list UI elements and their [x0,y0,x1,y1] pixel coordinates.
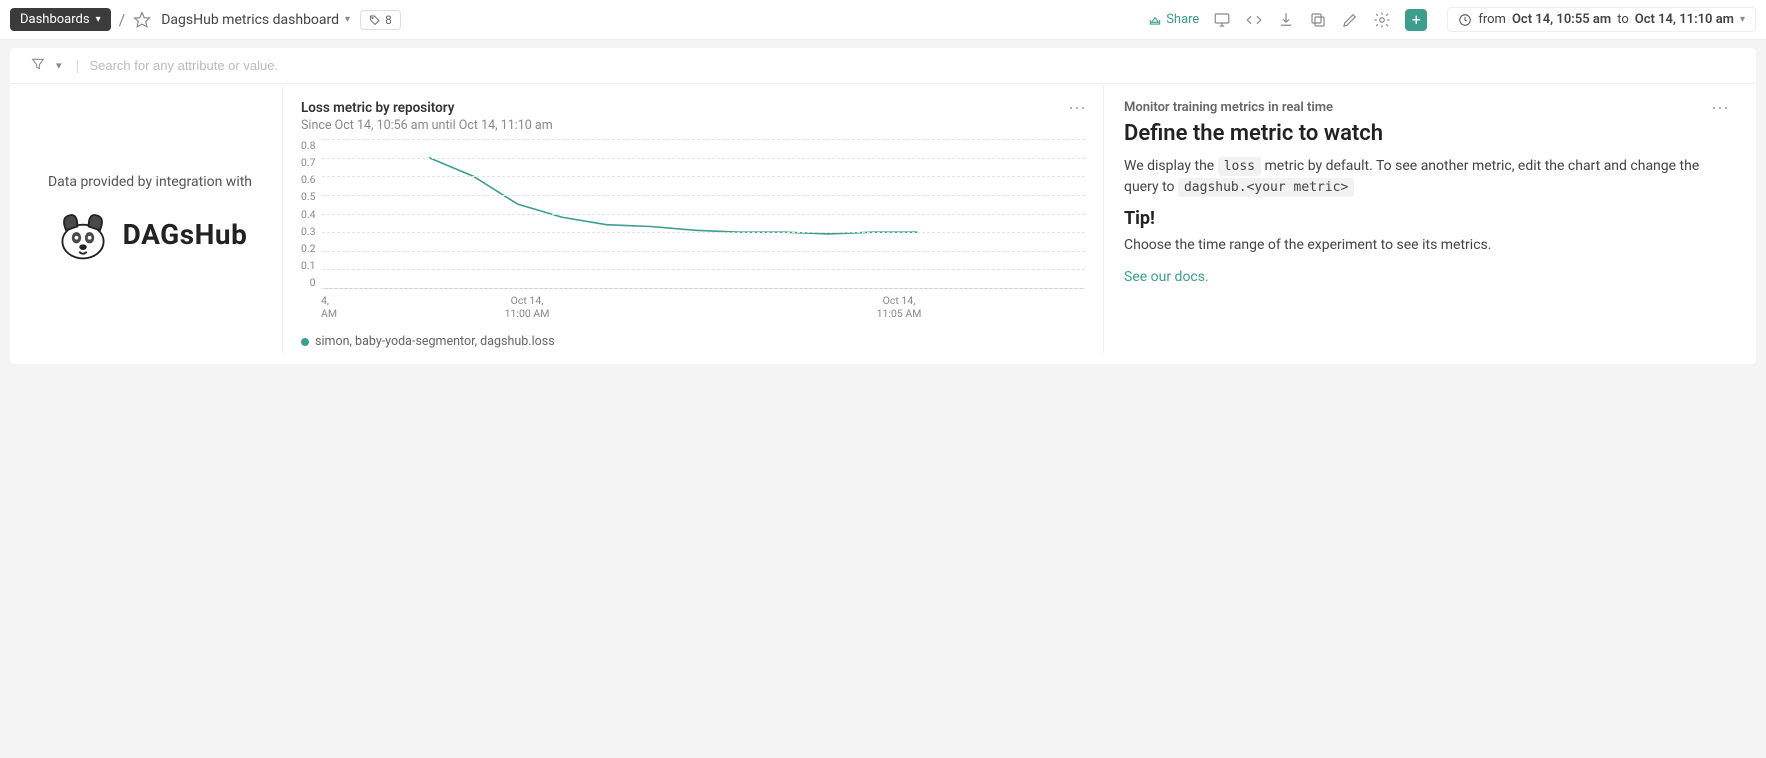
time-to: Oct 14, 11:10 am [1635,12,1734,27]
chevron-down-icon: ▾ [345,14,350,25]
help-heading: Define the metric to watch [1124,121,1728,146]
panels-row: Data provided by integration with DAGsHu… [10,84,1756,364]
gear-icon[interactable] [1373,11,1391,29]
chart-legend: simon, baby-yoda-segmentor, dagshub.loss [301,334,1085,349]
tag-count: 8 [385,13,392,27]
dashboards-label: Dashboards [20,12,90,27]
chart-area: 0.8 0.7 0.6 0.5 0.4 0.3 0.2 0.1 0 [301,139,1085,289]
search-input[interactable] [89,58,1736,73]
dagshub-dog-icon [53,204,113,264]
legend-label: simon, baby-yoda-segmentor, dagshub.loss [315,334,555,349]
plus-icon: + [1412,10,1421,29]
y-tick: 0.5 [301,190,316,203]
legend-dot-icon [301,338,309,346]
y-tick: 0.4 [301,208,316,221]
clock-icon [1458,13,1472,27]
tag-count-badge[interactable]: 8 [360,10,401,30]
filter-bar: ▾ | [10,48,1756,84]
y-tick: 0 [310,276,316,289]
dashboard-name: DagsHub metrics dashboard [161,12,339,28]
x-tick: Oct 14,11:00 AM [341,295,713,320]
chevron-down-icon: ▾ [96,14,101,25]
tip-heading: Tip! [1124,208,1728,229]
code-loss: loss [1218,157,1261,176]
share-icon [1148,13,1162,27]
help-paragraph: We display the loss metric by default. T… [1124,156,1728,198]
monitor-icon[interactable] [1213,11,1231,29]
share-button[interactable]: Share [1148,12,1199,27]
share-label: Share [1166,12,1199,27]
topbar-actions: Share + [1148,9,1427,31]
dagshub-wordmark: DAGsHub [123,218,248,251]
y-tick: 0.7 [301,156,316,169]
panel-menu-icon[interactable]: ⋯ [1711,98,1730,119]
panel-menu-icon[interactable]: ⋯ [1068,98,1087,119]
code-metric-template: dagshub.<your metric> [1178,178,1354,197]
dagshub-logo: DAGsHub [53,204,248,264]
help-text: We display the [1124,158,1218,174]
help-eyebrow: Monitor training metrics in real time [1124,100,1728,115]
chevron-down-icon[interactable]: ▾ [56,59,62,72]
y-tick: 0.3 [301,225,316,238]
copy-icon[interactable] [1309,11,1327,29]
chart-title: Loss metric by repository [301,100,1085,116]
topbar: Dashboards ▾ / DagsHub metrics dashboard… [0,0,1766,40]
add-panel-button[interactable]: + [1405,9,1427,31]
chart-subtitle: Since Oct 14, 10:56 am until Oct 14, 11:… [301,118,1085,133]
time-from: Oct 14, 10:55 am [1512,12,1611,27]
chart-panel: ⋯ Loss metric by repository Since Oct 14… [282,84,1104,354]
tag-icon [369,14,381,26]
x-tick: Oct 14,11:05 AM [713,295,1085,320]
integration-text: Data provided by integration with [48,174,252,190]
x-tick: 4,AM [321,295,341,320]
dashboards-dropdown[interactable]: Dashboards ▾ [10,8,111,31]
star-icon[interactable] [133,11,151,29]
dashboard-name-dropdown[interactable]: DagsHub metrics dashboard ▾ [161,12,350,28]
chevron-down-icon: ▾ [1740,14,1745,25]
x-axis: 4,AMOct 14,11:00 AMOct 14,11:05 AM [301,295,1085,320]
code-icon[interactable] [1245,11,1263,29]
breadcrumb-separator: / [119,10,126,29]
docs-link[interactable]: See our docs. [1124,269,1209,285]
y-tick: 0.6 [301,173,316,186]
edit-icon[interactable] [1341,11,1359,29]
integration-panel: Data provided by integration with DAGsHu… [20,84,280,354]
plot-area[interactable] [322,139,1085,289]
time-range-picker[interactable]: from Oct 14, 10:55 am to Oct 14, 11:10 a… [1447,7,1756,32]
tip-body: Choose the time range of the experiment … [1124,235,1728,256]
time-prefix: from [1478,12,1506,27]
filter-icon[interactable] [30,56,46,76]
y-tick: 0.2 [301,242,316,255]
y-axis: 0.8 0.7 0.6 0.5 0.4 0.3 0.2 0.1 0 [301,139,322,289]
time-to-word: to [1617,12,1629,27]
y-tick: 0.8 [301,139,316,152]
download-icon[interactable] [1277,11,1295,29]
help-panel: ⋯ Monitor training metrics in real time … [1106,84,1746,354]
y-tick: 0.1 [301,259,316,272]
